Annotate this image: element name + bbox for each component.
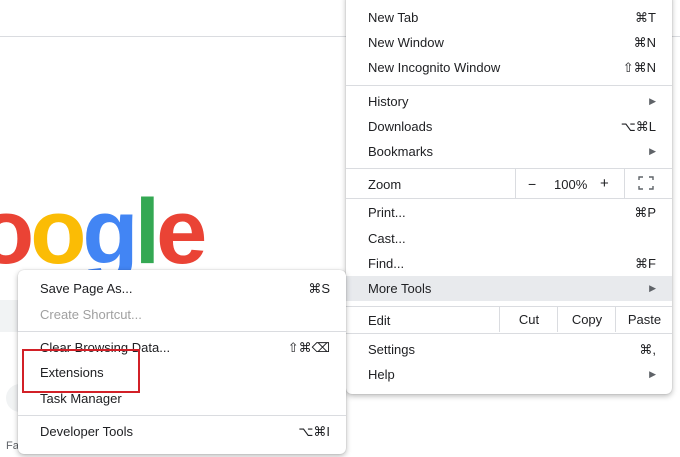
fullscreen-icon[interactable]: [638, 176, 654, 190]
edit-row: Edit Cut Copy Paste: [346, 307, 672, 332]
menu-item-find[interactable]: Find... ⌘F: [346, 251, 672, 276]
menu-separator: [18, 415, 346, 416]
menu-separator: [18, 331, 346, 332]
menu-item-save-page[interactable]: Save Page As... ⌘S: [18, 276, 346, 301]
menu-item-settings[interactable]: Settings ⌘,: [346, 337, 672, 362]
menu-item-new-window[interactable]: New Window ⌘N: [346, 30, 672, 55]
chevron-right-icon: ▶: [649, 369, 656, 379]
menu-item-bookmarks[interactable]: Bookmarks ▶: [346, 139, 672, 164]
menu-item-cast[interactable]: Cast...: [346, 226, 672, 251]
menu-item-developer-tools[interactable]: Developer Tools ⌥⌘I: [18, 419, 346, 444]
zoom-row: Zoom − 100% +: [346, 169, 672, 199]
google-logo: oogle: [0, 181, 207, 283]
extensions-highlight-box: [22, 349, 140, 393]
zoom-out-button[interactable]: −: [528, 176, 536, 192]
footer-text: Fa: [6, 440, 19, 452]
menu-item-create-shortcut: Create Shortcut...: [40, 307, 142, 322]
chrome-main-menu: New Tab ⌘T New Window ⌘N New Incognito W…: [346, 0, 672, 394]
zoom-in-button[interactable]: +: [600, 175, 609, 192]
edit-label: Edit: [368, 313, 391, 328]
menu-separator: [346, 198, 672, 199]
menu-separator: [346, 85, 672, 86]
cut-button[interactable]: Cut: [499, 307, 558, 332]
menu-item-new-incognito[interactable]: New Incognito Window ⇧⌘N: [346, 55, 672, 80]
menu-item-more-tools[interactable]: More Tools ▶: [346, 276, 672, 301]
chevron-right-icon: ▶: [649, 96, 656, 106]
copy-button[interactable]: Copy: [557, 307, 616, 332]
menu-item-help[interactable]: Help ▶: [346, 362, 672, 387]
zoom-label: Zoom: [368, 177, 402, 192]
menu-item-downloads[interactable]: Downloads ⌥⌘L: [346, 114, 672, 139]
chevron-right-icon: ▶: [649, 146, 656, 156]
menu-separator: [346, 333, 672, 334]
zoom-controls: − 100% +: [515, 169, 625, 198]
menu-item-new-tab[interactable]: New Tab ⌘T: [346, 5, 672, 30]
zoom-level: 100%: [554, 177, 588, 192]
menu-item-print[interactable]: Print... ⌘P: [346, 200, 672, 225]
chevron-right-icon: ▶: [649, 283, 656, 293]
menu-item-history[interactable]: History ▶: [346, 89, 672, 114]
paste-button[interactable]: Paste: [615, 307, 673, 332]
